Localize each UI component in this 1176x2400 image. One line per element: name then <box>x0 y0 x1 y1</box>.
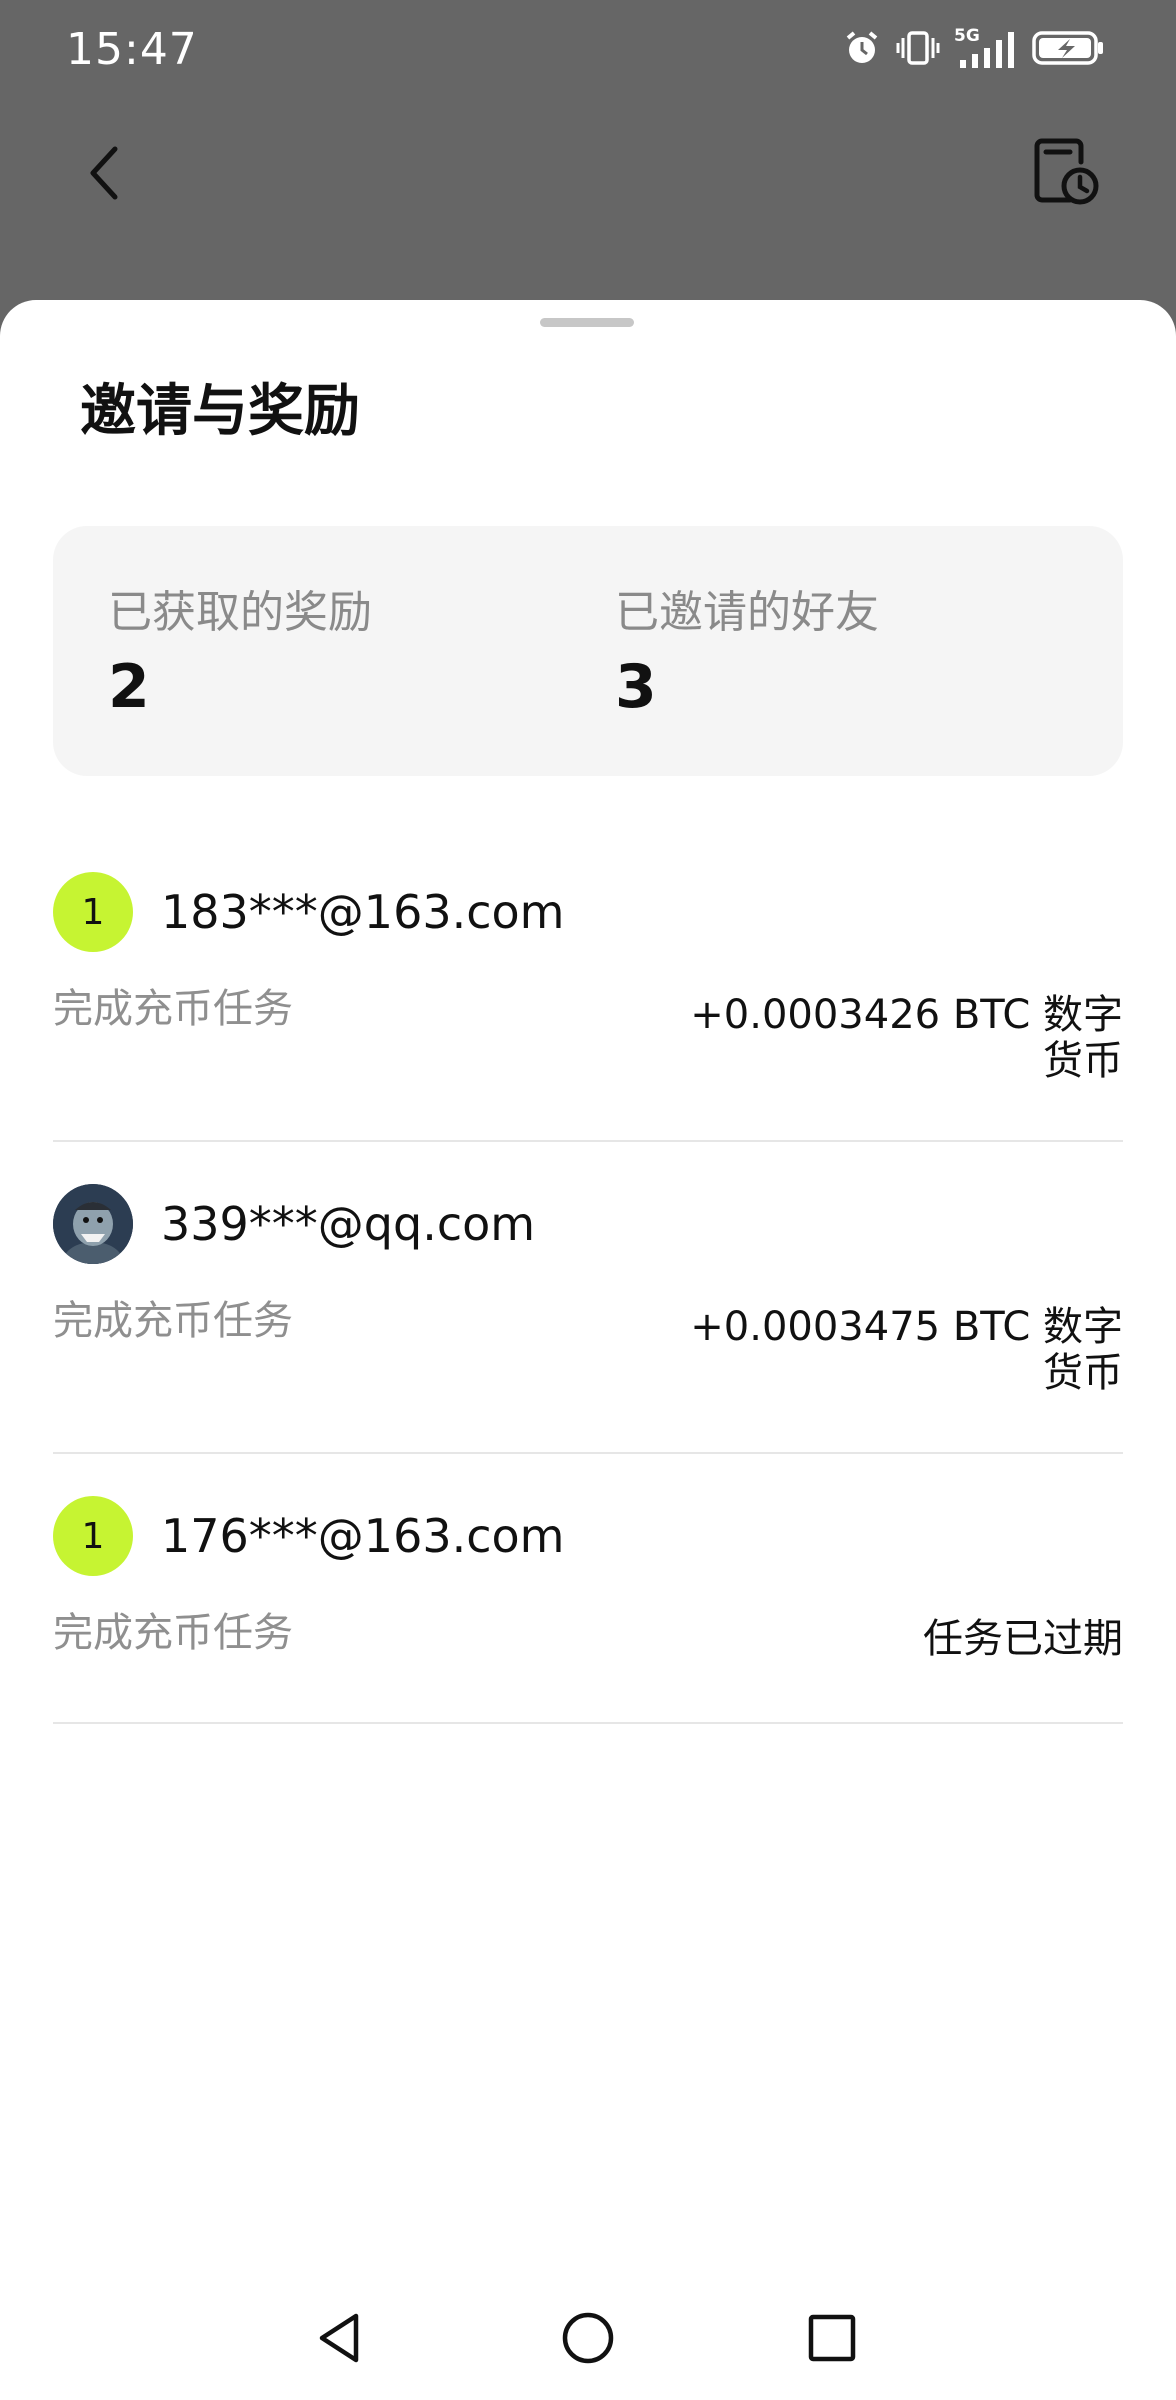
invitee-email: 176***@163.com <box>161 1509 565 1563</box>
task-label: 完成充币任务 <box>53 1610 293 1656</box>
task-label: 完成充币任务 <box>53 1298 293 1344</box>
avatar: 1 <box>53 872 133 952</box>
nav-back-button[interactable] <box>300 2300 380 2380</box>
stats-card: 已获取的奖励 2 已邀请的好友 3 <box>53 526 1123 776</box>
alarm-icon <box>842 28 882 72</box>
status-bar: 15:47 5G <box>0 0 1176 100</box>
signal-icon: 5G <box>954 26 1018 70</box>
status-icons: 5G <box>842 24 1106 76</box>
network-label: 5G <box>954 26 980 46</box>
nav-home-icon <box>558 2308 618 2372</box>
nav-recents-button[interactable] <box>792 2300 872 2380</box>
bottom-sheet: 邀请与奖励 已获取的奖励 2 已邀请的好友 3 1 183***@163.com… <box>0 300 1176 2400</box>
reward-amount: +0.0003475 BTC 数字货币 <box>690 1304 1123 1396</box>
rewards-value: 2 <box>108 652 150 722</box>
rewards-stat: 已获取的奖励 2 <box>108 576 372 722</box>
list-item[interactable]: 1 176***@163.com 完成充币任务 任务已过期 <box>53 1494 1123 1724</box>
history-button[interactable] <box>1026 134 1106 214</box>
status-time: 15:47 <box>66 24 198 75</box>
nav-back-icon <box>310 2308 370 2372</box>
sheet-title: 邀请与奖励 <box>80 379 360 444</box>
battery-charging-icon <box>1032 28 1106 72</box>
vibrate-icon <box>896 28 940 72</box>
reward-amount: +0.0003426 BTC 数字货币 <box>690 992 1123 1084</box>
back-button[interactable] <box>70 140 140 210</box>
list-item[interactable]: 339***@qq.com 完成充币任务 +0.0003475 BTC 数字货币 <box>53 1182 1123 1454</box>
friends-value: 3 <box>615 652 657 722</box>
chevron-left-icon <box>85 143 125 207</box>
drag-handle[interactable] <box>540 318 634 327</box>
avatar: 1 <box>53 1496 133 1576</box>
task-label: 完成充币任务 <box>53 986 293 1032</box>
nav-home-button[interactable] <box>548 2300 628 2380</box>
invitee-email: 183***@163.com <box>161 885 565 939</box>
list-item[interactable]: 1 183***@163.com 完成充币任务 +0.0003426 BTC 数… <box>53 870 1123 1142</box>
friends-stat: 已邀请的好友 3 <box>615 576 879 722</box>
nav-recents-icon <box>802 2308 862 2372</box>
avatar <box>53 1184 133 1264</box>
top-bar <box>0 100 1176 300</box>
system-nav-bar <box>0 2280 1176 2400</box>
friends-label: 已邀请的好友 <box>615 587 879 638</box>
shark-avatar-icon <box>53 1184 133 1264</box>
invite-list: 1 183***@163.com 完成充币任务 +0.0003426 BTC 数… <box>53 830 1123 1724</box>
invitee-email: 339***@qq.com <box>161 1197 536 1251</box>
rewards-label: 已获取的奖励 <box>108 587 372 638</box>
history-clock-icon <box>1030 136 1102 212</box>
reward-status: 任务已过期 <box>923 1616 1123 1662</box>
